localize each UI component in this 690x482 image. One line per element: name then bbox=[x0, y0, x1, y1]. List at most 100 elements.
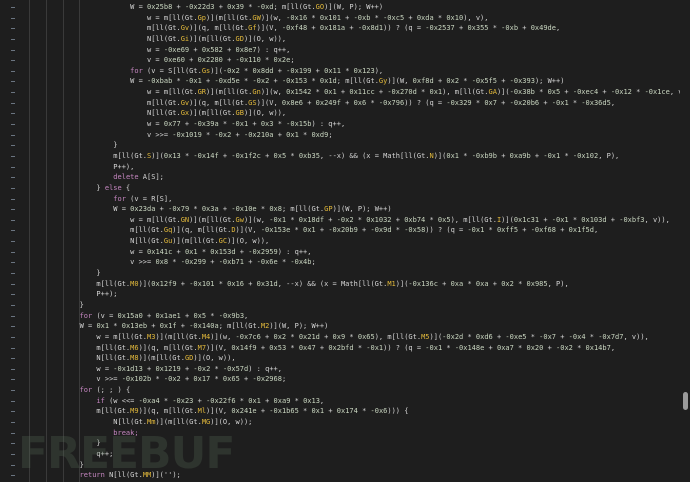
code-line-text[interactable]: q++; bbox=[29, 449, 113, 460]
diff-marker-icon bbox=[11, 230, 15, 232]
code-line-text[interactable]: for (v = 0x15a0 + 0x1ae1 + 0x5 * -0x9b3, bbox=[29, 311, 249, 322]
code-line[interactable]: if (w <<= -0xa4 * -0x23 + -0x22f6 * 0x1 … bbox=[0, 396, 682, 407]
code-line[interactable]: } else { bbox=[0, 183, 682, 194]
code-line-text[interactable]: if (w <<= -0xa4 * -0x23 + -0x22f6 * 0x1 … bbox=[29, 396, 324, 407]
code-line-text[interactable]: P++); bbox=[29, 289, 117, 300]
code-line-text[interactable]: N[ll(Gt.Gi)](m[ll(Gt.GD)](O, w)), bbox=[29, 34, 286, 45]
code-line[interactable]: m[ll(Gt.Gq)](q, m[ll(Gt.D)](V, -0x153e *… bbox=[0, 225, 682, 236]
diff-marker-icon bbox=[11, 453, 15, 455]
code-line[interactable]: for (v = R[S], bbox=[0, 194, 682, 205]
diff-marker-icon bbox=[11, 187, 15, 189]
code-line[interactable]: P++), bbox=[0, 162, 682, 173]
code-line-text[interactable]: N[ll(Gt.M8)](m[ll(Gt.GD)](O, w)), bbox=[29, 353, 235, 364]
code-line-text[interactable]: w = m[ll(Gt.Gp)](m[ll(Gt.GW)](w, -0x16 *… bbox=[29, 13, 489, 24]
vertical-scrollbar-thumb[interactable] bbox=[683, 392, 688, 410]
code-line-text[interactable]: w = m[ll(Gt.GN)](m[ll(Gt.Gw)](w, -0x1 * … bbox=[29, 215, 670, 226]
code-line[interactable]: W = 0x1 * 0x13eb + 0x1f + -0x140a; m[ll(… bbox=[0, 321, 682, 332]
code-line[interactable]: N[ll(Gt.Mm)](m[ll(Gt.MG)](O, w)); bbox=[0, 417, 682, 428]
code-line-text[interactable]: delete A[S]; bbox=[29, 172, 164, 183]
code-line[interactable]: } bbox=[0, 268, 682, 279]
code-line[interactable]: m[ll(Gt.M0)](0x12f9 + -0x101 * 0x16 + 0x… bbox=[0, 279, 682, 290]
code-line[interactable]: v >>= 0x8 * -0x299 + -0xb71 + -0x6e * -0… bbox=[0, 257, 682, 268]
code-line-text[interactable]: N[ll(Gt.Mm)](m[ll(Gt.MG)](O, w)); bbox=[29, 417, 252, 428]
code-line-text[interactable]: } bbox=[29, 460, 84, 471]
code-line-text[interactable]: w = 0x77 + -0x39a * -0x1 + 0x3 * -0x15b)… bbox=[29, 119, 345, 130]
code-line[interactable]: for (v = S[ll(Gt.Gs)](-0x2 * 0x8dd + -0x… bbox=[0, 66, 682, 77]
code-line[interactable]: W = -0xbab * -0x1 + -0xd5e * -0x2 + -0x1… bbox=[0, 76, 682, 87]
code-line[interactable]: w = m[ll(Gt.M3)](m[ll(Gt.M4)](w, -0x7c6 … bbox=[0, 332, 682, 343]
code-line[interactable]: W = 0x23da + -0x79 * 0x3a + -0x10e * 0x8… bbox=[0, 204, 682, 215]
code-line-text[interactable]: m[ll(Gt.Gv)](q, m[ll(Gt.GS)](V, 0x8e6 + … bbox=[29, 98, 615, 109]
code-line[interactable]: N[ll(Gt.Gx)](m[ll(Gt.GB)](O, w)), bbox=[0, 108, 682, 119]
code-line-text[interactable]: m[ll(Gt.Gv)](q, m[ll(Gt.Gf)](V, -0xf48 +… bbox=[29, 23, 560, 34]
code-line-text[interactable]: } bbox=[29, 140, 117, 151]
code-line-text[interactable]: m[ll(Gt.M0)](0x12f9 + -0x101 * 0x16 + 0x… bbox=[29, 279, 568, 290]
code-line[interactable]: N[ll(Gt.M8)](m[ll(Gt.GD)](O, w)), bbox=[0, 353, 682, 364]
code-line[interactable]: v = 0xe60 + 0x2280 + -0x110 * 0x2e; bbox=[0, 55, 682, 66]
code-line[interactable]: } bbox=[0, 460, 682, 471]
code-line-text[interactable]: m[ll(Gt.M9)](q, m[ll(Gt.Ml)](V, 0x241e +… bbox=[29, 406, 408, 417]
code-line[interactable]: w = m[ll(Gt.Gp)](m[ll(Gt.GW)](w, -0x16 *… bbox=[0, 13, 682, 24]
code-line[interactable]: m[ll(Gt.Gv)](q, m[ll(Gt.GS)](V, 0x8e6 + … bbox=[0, 98, 682, 109]
code-line-text[interactable]: w = 0x141c + 0x1 * 0x153d + -0x2959) : q… bbox=[29, 247, 311, 258]
code-line[interactable]: N[ll(Gt.Gi)](m[ll(Gt.GD)](O, w)), bbox=[0, 34, 682, 45]
code-line-text[interactable]: for (v = S[ll(Gt.Gs)](-0x2 * 0x8dd + -0x… bbox=[29, 66, 383, 77]
code-line[interactable]: v >>= -0x102b * -0x2 + 0x17 * 0x65 + -0x… bbox=[0, 374, 682, 385]
code-line-text[interactable]: } bbox=[29, 438, 100, 449]
code-line-text[interactable]: v >>= -0x1019 * -0x2 + -0x210a + 0x1 * 0… bbox=[29, 130, 333, 141]
code-editor[interactable]: W = 0x25b8 + -0x22d3 + 0x39 * -0xd; m[ll… bbox=[0, 2, 687, 481]
code-line[interactable]: w = m[ll(Gt.GR)](m[ll(Gt.Gn)](w, 0x1542 … bbox=[0, 87, 687, 98]
code-line-text[interactable]: w = -0xe69 + 0x582 + 0x8e7) : q++, bbox=[29, 45, 290, 56]
code-line-text[interactable]: } bbox=[29, 268, 100, 279]
code-line-text[interactable]: w = m[ll(Gt.M3)](m[ll(Gt.M4)](w, -0x7c6 … bbox=[29, 332, 648, 343]
code-line-text[interactable]: m[ll(Gt.Gq)](q, m[ll(Gt.D)](V, -0x153e *… bbox=[29, 225, 598, 236]
code-line-text[interactable]: } bbox=[29, 300, 84, 311]
code-line[interactable]: } bbox=[0, 140, 682, 151]
code-line[interactable]: break; bbox=[0, 428, 682, 439]
code-line-text[interactable]: w = -0x1d13 + 0x1219 + -0x2 * -0x57d) : … bbox=[29, 364, 282, 375]
code-line[interactable]: } bbox=[0, 438, 682, 449]
code-line-text[interactable]: W = -0xbab * -0x1 + -0xd5e * -0x2 + -0x1… bbox=[29, 76, 564, 87]
code-line[interactable]: N[ll(Gt.Gu)](m[ll(Gt.GC)](O, w)), bbox=[0, 236, 682, 247]
code-line-text[interactable]: m[ll(Gt.S)](0x13 * -0x14f + -0x1f2c + 0x… bbox=[29, 151, 619, 162]
code-line-text[interactable]: P++), bbox=[29, 162, 134, 173]
code-line-text[interactable]: for (v = R[S], bbox=[29, 194, 172, 205]
code-line-text[interactable]: w = m[ll(Gt.GR)](m[ll(Gt.Gn)](w, 0x1542 … bbox=[29, 87, 687, 98]
code-line[interactable]: m[ll(Gt.S)](0x13 * -0x14f + -0x1f2c + 0x… bbox=[0, 151, 682, 162]
code-line[interactable]: m[ll(Gt.M9)](q, m[ll(Gt.Ml)](V, 0x241e +… bbox=[0, 406, 682, 417]
code-line-text[interactable]: W = 0x23da + -0x79 * 0x3a + -0x10e * 0x8… bbox=[29, 204, 391, 215]
code-line[interactable]: for (v = 0x15a0 + 0x1ae1 + 0x5 * -0x9b3, bbox=[0, 311, 682, 322]
diff-marker-icon bbox=[11, 219, 15, 221]
code-line[interactable]: delete A[S]; bbox=[0, 172, 682, 183]
diff-marker-icon bbox=[11, 124, 15, 126]
code-line-text[interactable]: W = 0x25b8 + -0x22d3 + 0x39 * -0xd; m[ll… bbox=[29, 2, 383, 13]
code-line-text[interactable]: v >>= -0x102b * -0x2 + 0x17 * 0x65 + -0x… bbox=[29, 374, 286, 385]
code-line[interactable]: m[ll(Gt.M6)](q, m[ll(Gt.M7)](V, 0x14f9 +… bbox=[0, 343, 682, 354]
code-line-text[interactable]: m[ll(Gt.M6)](q, m[ll(Gt.M7)](V, 0x14f9 +… bbox=[29, 343, 615, 354]
code-line[interactable]: return N[ll(Gt.MM)](''); bbox=[0, 470, 682, 481]
code-line[interactable]: } bbox=[0, 300, 682, 311]
diff-marker-icon bbox=[11, 28, 15, 30]
code-line[interactable]: w = -0x1d13 + 0x1219 + -0x2 * -0x57d) : … bbox=[0, 364, 682, 375]
code-line[interactable]: w = m[ll(Gt.GN)](m[ll(Gt.Gw)](w, -0x1 * … bbox=[0, 215, 682, 226]
code-line-text[interactable]: return N[ll(Gt.MM)](''); bbox=[29, 470, 181, 481]
code-line[interactable]: w = 0x77 + -0x39a * -0x1 + 0x3 * -0x15b)… bbox=[0, 119, 682, 130]
code-line-text[interactable]: v >>= 0x8 * -0x299 + -0xb71 + -0x6e * -0… bbox=[29, 257, 316, 268]
code-line-text[interactable]: break; bbox=[29, 428, 138, 439]
code-line[interactable]: w = -0xe69 + 0x582 + 0x8e7) : q++, bbox=[0, 45, 682, 56]
code-line[interactable]: w = 0x141c + 0x1 * 0x153d + -0x2959) : q… bbox=[0, 247, 682, 258]
code-line-text[interactable]: N[ll(Gt.Gu)](m[ll(Gt.GC)](O, w)), bbox=[29, 236, 269, 247]
vertical-scrollbar-track[interactable] bbox=[680, 0, 690, 482]
code-line-text[interactable]: W = 0x1 * 0x13eb + 0x1f + -0x140a; m[ll(… bbox=[29, 321, 329, 332]
code-line-text[interactable]: N[ll(Gt.Gx)](m[ll(Gt.GB)](O, w)), bbox=[29, 108, 286, 119]
code-line[interactable]: P++); bbox=[0, 289, 682, 300]
code-line[interactable]: v >>= -0x1019 * -0x2 + -0x210a + 0x1 * 0… bbox=[0, 130, 682, 141]
code-line[interactable]: m[ll(Gt.Gv)](q, m[ll(Gt.Gf)](V, -0xf48 +… bbox=[0, 23, 682, 34]
diff-marker-icon bbox=[11, 347, 15, 349]
code-line-text[interactable]: v = 0xe60 + 0x2280 + -0x110 * 0x2e; bbox=[29, 55, 295, 66]
code-line[interactable]: for (; ; ) { bbox=[0, 385, 682, 396]
code-line-text[interactable]: for (; ; ) { bbox=[29, 385, 131, 396]
code-line[interactable]: q++; bbox=[0, 449, 682, 460]
code-line[interactable]: W = 0x25b8 + -0x22d3 + 0x39 * -0xd; m[ll… bbox=[0, 2, 682, 13]
code-line-text[interactable]: } else { bbox=[29, 183, 130, 194]
